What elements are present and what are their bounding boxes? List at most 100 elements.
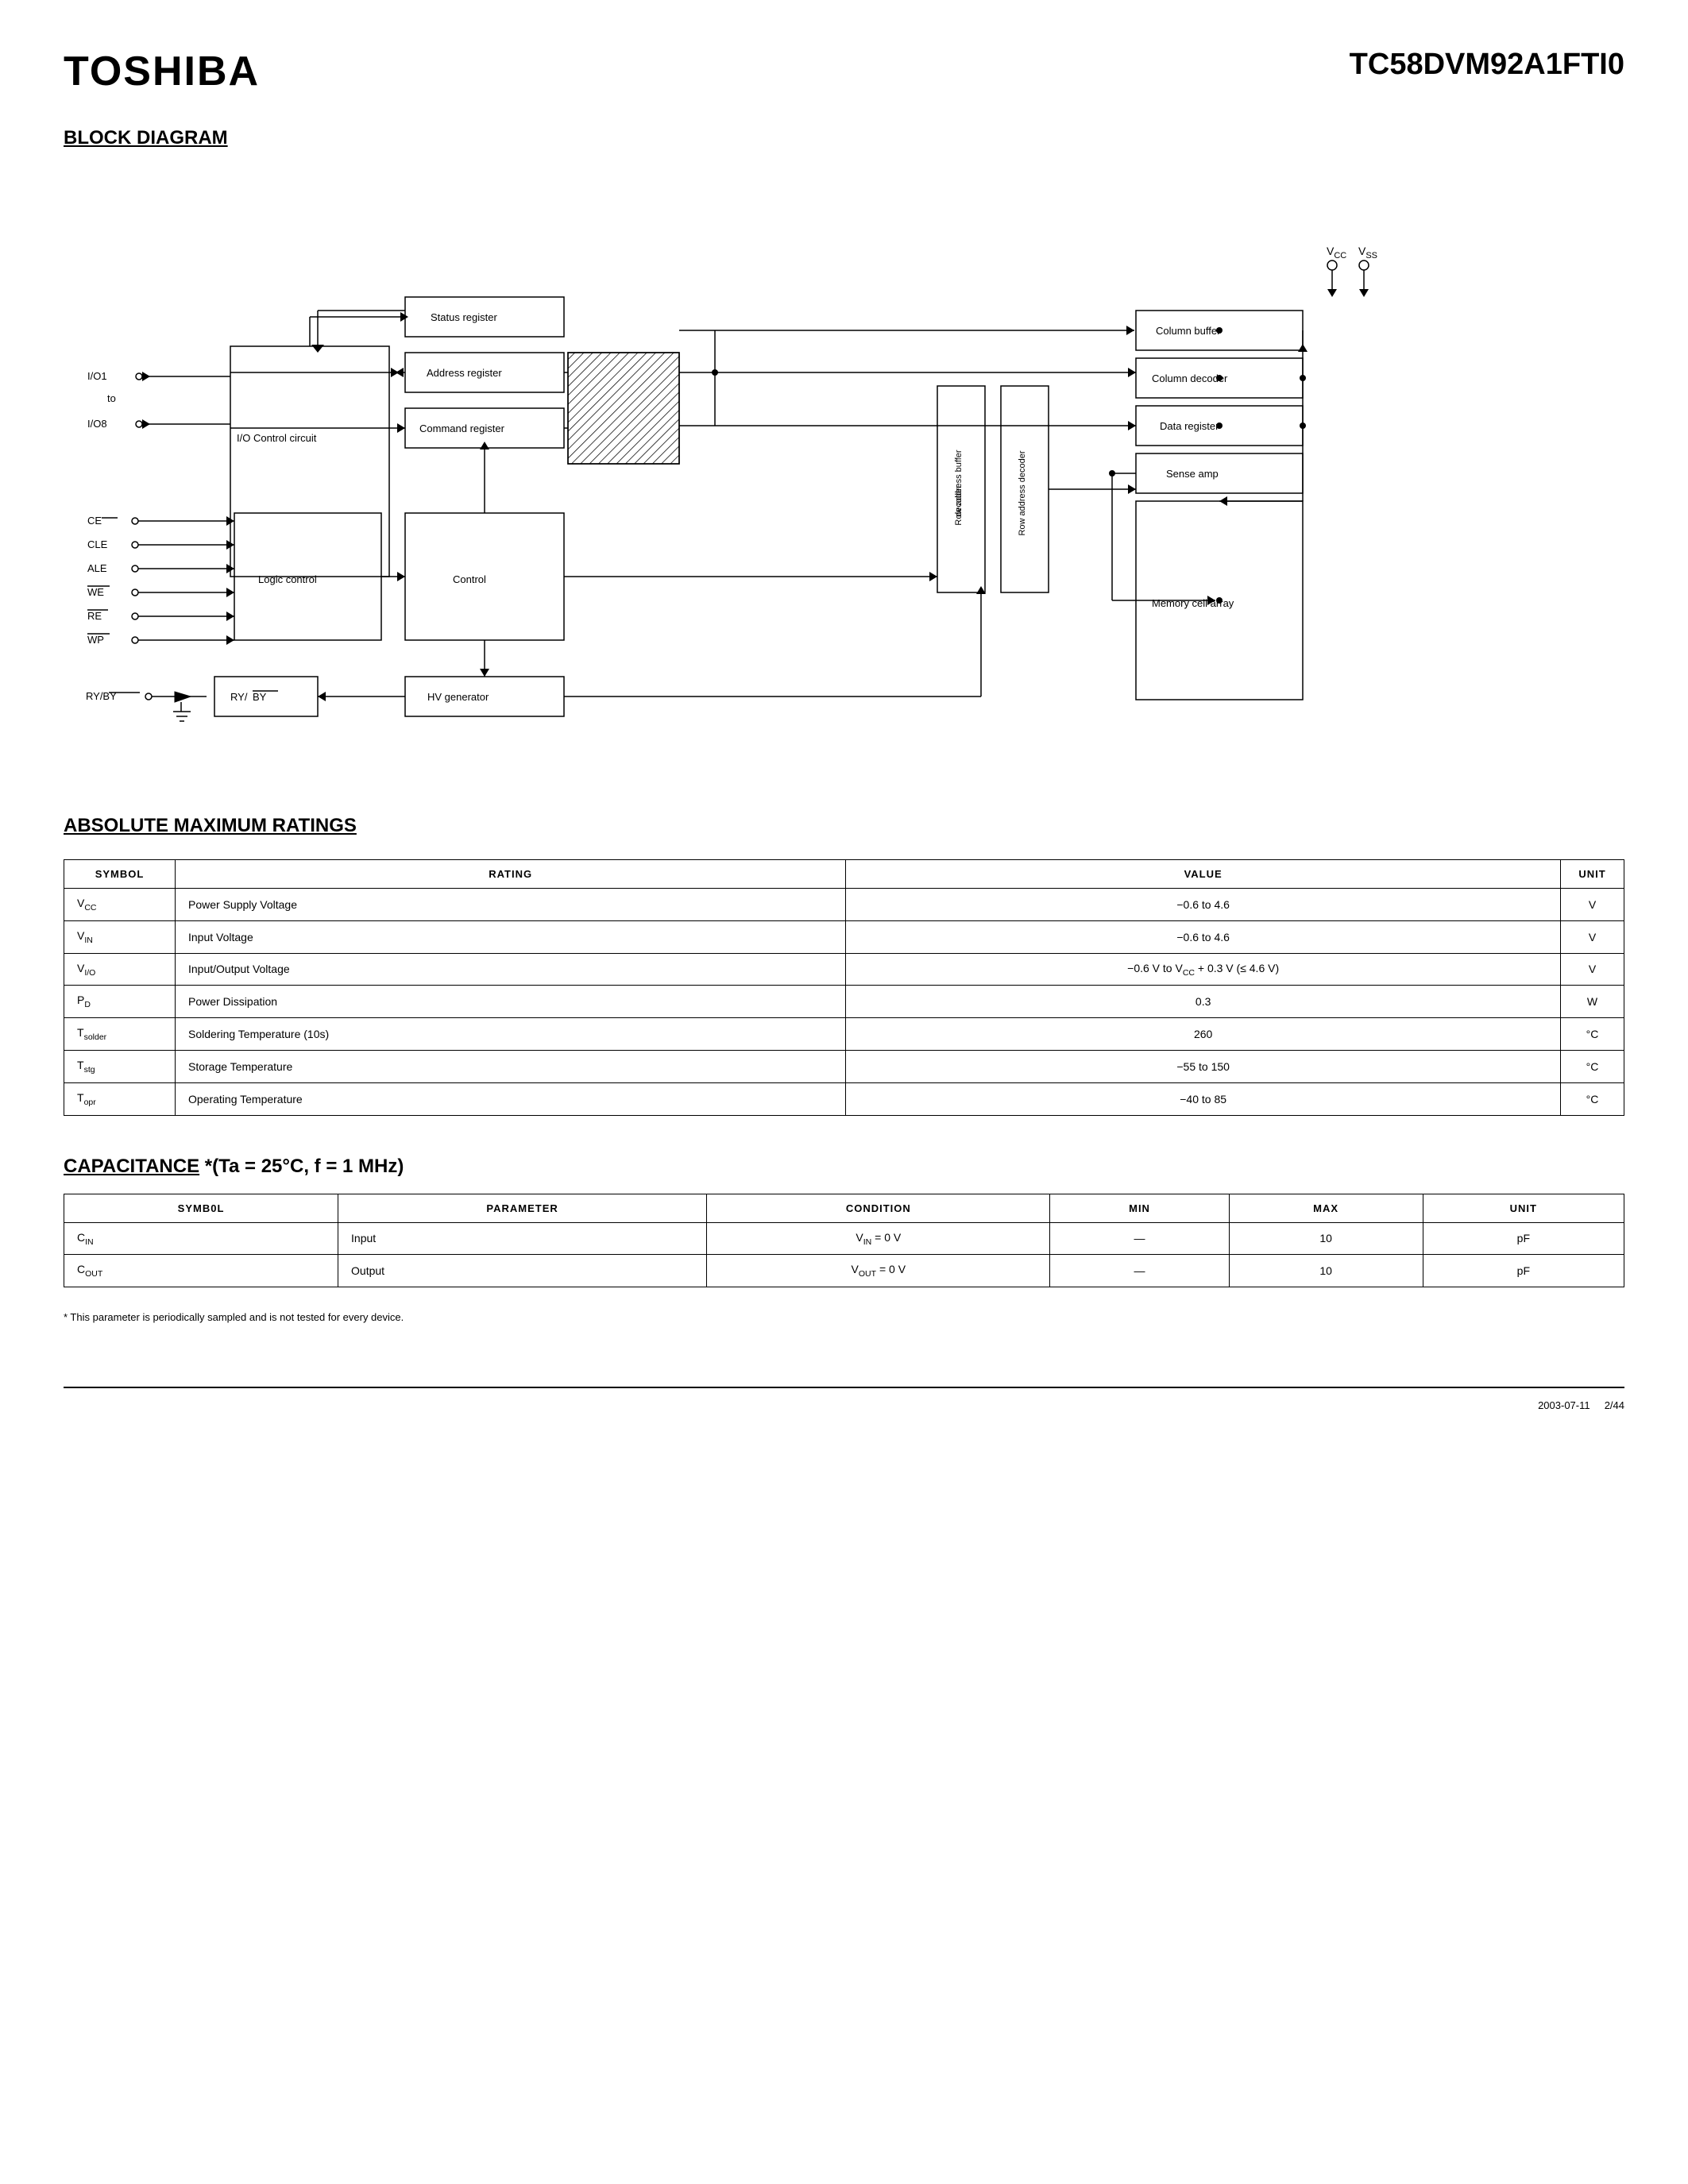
capacitance-title-underline: CAPACITANCE <box>64 1156 199 1177</box>
rating-cell: Soldering Temperature (10s) <box>176 1018 846 1051</box>
block-diagram-section: BLOCK DIAGRAM VCC VSS I/O Control circui… <box>64 127 1624 775</box>
col-unit: UNIT <box>1561 860 1624 889</box>
svg-text:CLE: CLE <box>87 538 108 550</box>
value-cell: −55 to 150 <box>846 1050 1561 1082</box>
symbol-cell: VCC <box>64 889 176 921</box>
svg-text:WP: WP <box>87 634 104 646</box>
cap-condition: VOUT = 0 V <box>707 1255 1050 1287</box>
cap-col-max: MAX <box>1229 1194 1423 1222</box>
svg-text:ALE: ALE <box>87 562 107 574</box>
value-cell: −40 to 85 <box>846 1082 1561 1115</box>
unit-cell: V <box>1561 920 1624 953</box>
unit-cell: V <box>1561 953 1624 986</box>
cap-min: — <box>1050 1222 1229 1255</box>
capacitance-section: CAPACITANCE *(Ta = 25°C, f = 1 MHz) SYMB… <box>64 1156 1624 1324</box>
rating-cell: Storage Temperature <box>176 1050 846 1082</box>
footer-date-page: 2003-07-11 2/44 <box>1538 1399 1624 1411</box>
footer: 2003-07-11 2/44 <box>64 1387 1624 1411</box>
svg-text:to: to <box>107 392 116 404</box>
svg-text:VSS: VSS <box>1358 245 1377 260</box>
svg-text:Address register: Address register <box>427 367 502 379</box>
unit-cell: W <box>1561 986 1624 1018</box>
table-row: VIN Input Voltage −0.6 to 4.6 V <box>64 920 1624 953</box>
rating-cell: Input/Output Voltage <box>176 953 846 986</box>
svg-text:WE: WE <box>87 586 104 598</box>
col-symbol: SYMBOL <box>64 860 176 889</box>
absolute-max-section: ABSOLUTE MAXIMUM RATINGS SYMBOL RATING V… <box>64 815 1624 1116</box>
svg-text:I/O8: I/O8 <box>87 418 107 430</box>
svg-text:VCC: VCC <box>1327 245 1346 260</box>
footer-page: 2/44 <box>1605 1399 1624 1411</box>
table-row: Topr Operating Temperature −40 to 85 °C <box>64 1082 1624 1115</box>
cap-symbol: COUT <box>64 1255 338 1287</box>
svg-text:I/O1: I/O1 <box>87 370 107 382</box>
svg-text:decoder: decoder <box>954 485 964 517</box>
table-row: Tsolder Soldering Temperature (10s) 260 … <box>64 1018 1624 1051</box>
value-cell: 0.3 <box>846 986 1561 1018</box>
col-value: VALUE <box>846 860 1561 889</box>
cap-symbol: CIN <box>64 1222 338 1255</box>
block-diagram-svg: VCC VSS I/O Control circuit I/O1 to I/O8… <box>64 172 1624 775</box>
symbol-cell: Tstg <box>64 1050 176 1082</box>
unit-cell: °C <box>1561 1082 1624 1115</box>
company-logo: TOSHIBA <box>64 48 260 95</box>
table-row: PD Power Dissipation 0.3 W <box>64 986 1624 1018</box>
unit-cell: °C <box>1561 1050 1624 1082</box>
footer-date: 2003-07-11 <box>1538 1399 1590 1411</box>
footnote: * This parameter is periodically sampled… <box>64 1311 1624 1323</box>
svg-text:Data register: Data register <box>1160 420 1219 432</box>
cap-condition: VIN = 0 V <box>707 1222 1050 1255</box>
rating-cell: Input Voltage <box>176 920 846 953</box>
svg-text:RY/: RY/ <box>230 691 248 703</box>
capacitance-table: SYMB0L PARAMETER CONDITION MIN MAX UNIT … <box>64 1194 1624 1288</box>
cap-parameter: Input <box>338 1222 707 1255</box>
col-rating: RATING <box>176 860 846 889</box>
svg-text:Status register: Status register <box>431 311 497 323</box>
value-cell: −0.6 to 4.6 <box>846 889 1561 921</box>
table-row: Tstg Storage Temperature −55 to 150 °C <box>64 1050 1624 1082</box>
rating-cell: Operating Temperature <box>176 1082 846 1115</box>
svg-text:Command register: Command register <box>419 423 505 434</box>
cap-min: — <box>1050 1255 1229 1287</box>
cap-max: 10 <box>1229 1255 1423 1287</box>
svg-text:Logic control: Logic control <box>258 573 317 585</box>
value-cell: 260 <box>846 1018 1561 1051</box>
capacitance-title: CAPACITANCE *(Ta = 25°C, f = 1 MHz) <box>64 1156 1624 1178</box>
symbol-cell: Topr <box>64 1082 176 1115</box>
table-row: VI/O Input/Output Voltage −0.6 V to VCC … <box>64 953 1624 986</box>
capacitance-condition: *(Ta = 25°C, f = 1 MHz) <box>205 1156 404 1177</box>
cap-col-unit: UNIT <box>1423 1194 1624 1222</box>
cap-unit: pF <box>1423 1222 1624 1255</box>
value-cell: −0.6 V to VCC + 0.3 V (≤ 4.6 V) <box>846 953 1561 986</box>
table-row: COUT Output VOUT = 0 V — 10 pF <box>64 1255 1624 1287</box>
svg-text:Control: Control <box>453 573 486 585</box>
svg-text:Row address decoder: Row address decoder <box>1018 450 1027 535</box>
unit-cell: °C <box>1561 1018 1624 1051</box>
svg-text:RE: RE <box>87 610 102 622</box>
cap-col-condition: CONDITION <box>707 1194 1050 1222</box>
value-cell: −0.6 to 4.6 <box>846 920 1561 953</box>
rating-cell: Power Supply Voltage <box>176 889 846 921</box>
absolute-max-title: ABSOLUTE MAXIMUM RATINGS <box>64 815 1624 837</box>
svg-text:HV generator: HV generator <box>427 691 489 703</box>
table-row: CIN Input VIN = 0 V — 10 pF <box>64 1222 1624 1255</box>
cap-col-param: PARAMETER <box>338 1194 707 1222</box>
part-number: TC58DVM92A1FTI0 <box>1350 48 1624 82</box>
cap-col-min: MIN <box>1050 1194 1229 1222</box>
svg-text:CE: CE <box>87 515 102 527</box>
cap-max: 10 <box>1229 1222 1423 1255</box>
unit-cell: V <box>1561 889 1624 921</box>
header: TOSHIBA TC58DVM92A1FTI0 <box>64 48 1624 95</box>
cap-unit: pF <box>1423 1255 1624 1287</box>
symbol-cell: VIN <box>64 920 176 953</box>
svg-text:I/O Control circuit: I/O Control circuit <box>237 432 317 444</box>
symbol-cell: Tsolder <box>64 1018 176 1051</box>
svg-text:Column buffer: Column buffer <box>1156 325 1221 337</box>
svg-text:BY: BY <box>253 691 267 703</box>
symbol-cell: PD <box>64 986 176 1018</box>
svg-text:Sense amp: Sense amp <box>1166 468 1219 480</box>
cap-col-symbol: SYMB0L <box>64 1194 338 1222</box>
block-diagram-title: BLOCK DIAGRAM <box>64 127 1624 149</box>
symbol-cell: VI/O <box>64 953 176 986</box>
cap-parameter: Output <box>338 1255 707 1287</box>
